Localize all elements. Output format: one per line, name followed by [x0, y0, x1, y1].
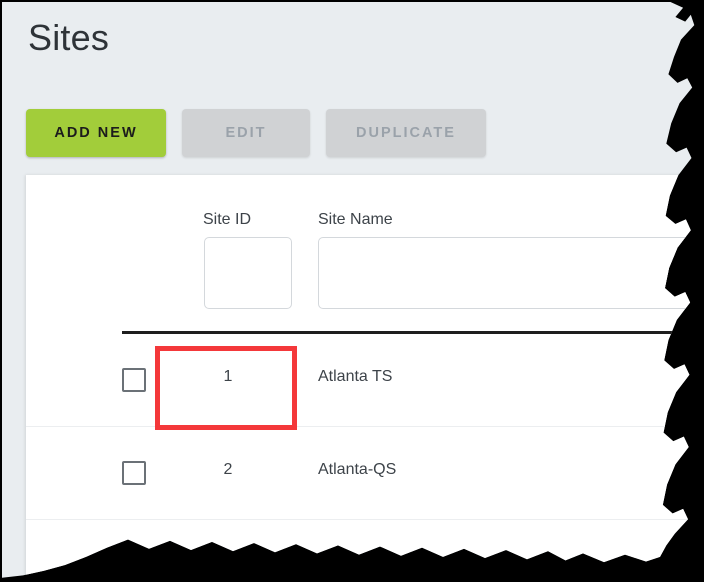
row-select-checkbox[interactable]	[122, 368, 146, 392]
page-title: Sites	[28, 17, 110, 58]
table-filter-row: Site ID Site Name	[26, 175, 695, 332]
application-page: Sites ADD NEW EDIT DUPLICATE Site ID Sit…	[2, 2, 695, 578]
sites-table-card: Site ID Site Name 1 Atlanta TS 2 Atlanta…	[26, 175, 695, 578]
cell-site-name: Atlanta-QS	[318, 461, 397, 478]
duplicate-button[interactable]: DUPLICATE	[326, 109, 486, 157]
screenshot-canvas: Sites ADD NEW EDIT DUPLICATE Site ID Sit…	[0, 0, 704, 582]
table-row[interactable]	[26, 520, 694, 578]
site-id-filter-input[interactable]	[204, 237, 292, 309]
table-row[interactable]: 2 Atlanta-QS	[26, 427, 695, 520]
toolbar: ADD NEW EDIT DUPLICATE	[26, 109, 486, 157]
site-name-filter-input[interactable]	[318, 237, 695, 309]
column-header-site-id: Site ID	[203, 211, 252, 228]
row-select-checkbox[interactable]	[122, 461, 146, 485]
cell-site-id: 2	[223, 461, 233, 478]
table-row[interactable]: 1 Atlanta TS	[26, 334, 695, 427]
column-header-site-name: Site Name	[318, 211, 393, 228]
cell-site-name: Atlanta TS	[318, 368, 393, 385]
edit-button[interactable]: EDIT	[182, 109, 310, 157]
cell-site-id: 1	[223, 368, 233, 385]
add-new-button[interactable]: ADD NEW	[26, 109, 166, 157]
row-select-checkbox[interactable]	[122, 554, 146, 578]
